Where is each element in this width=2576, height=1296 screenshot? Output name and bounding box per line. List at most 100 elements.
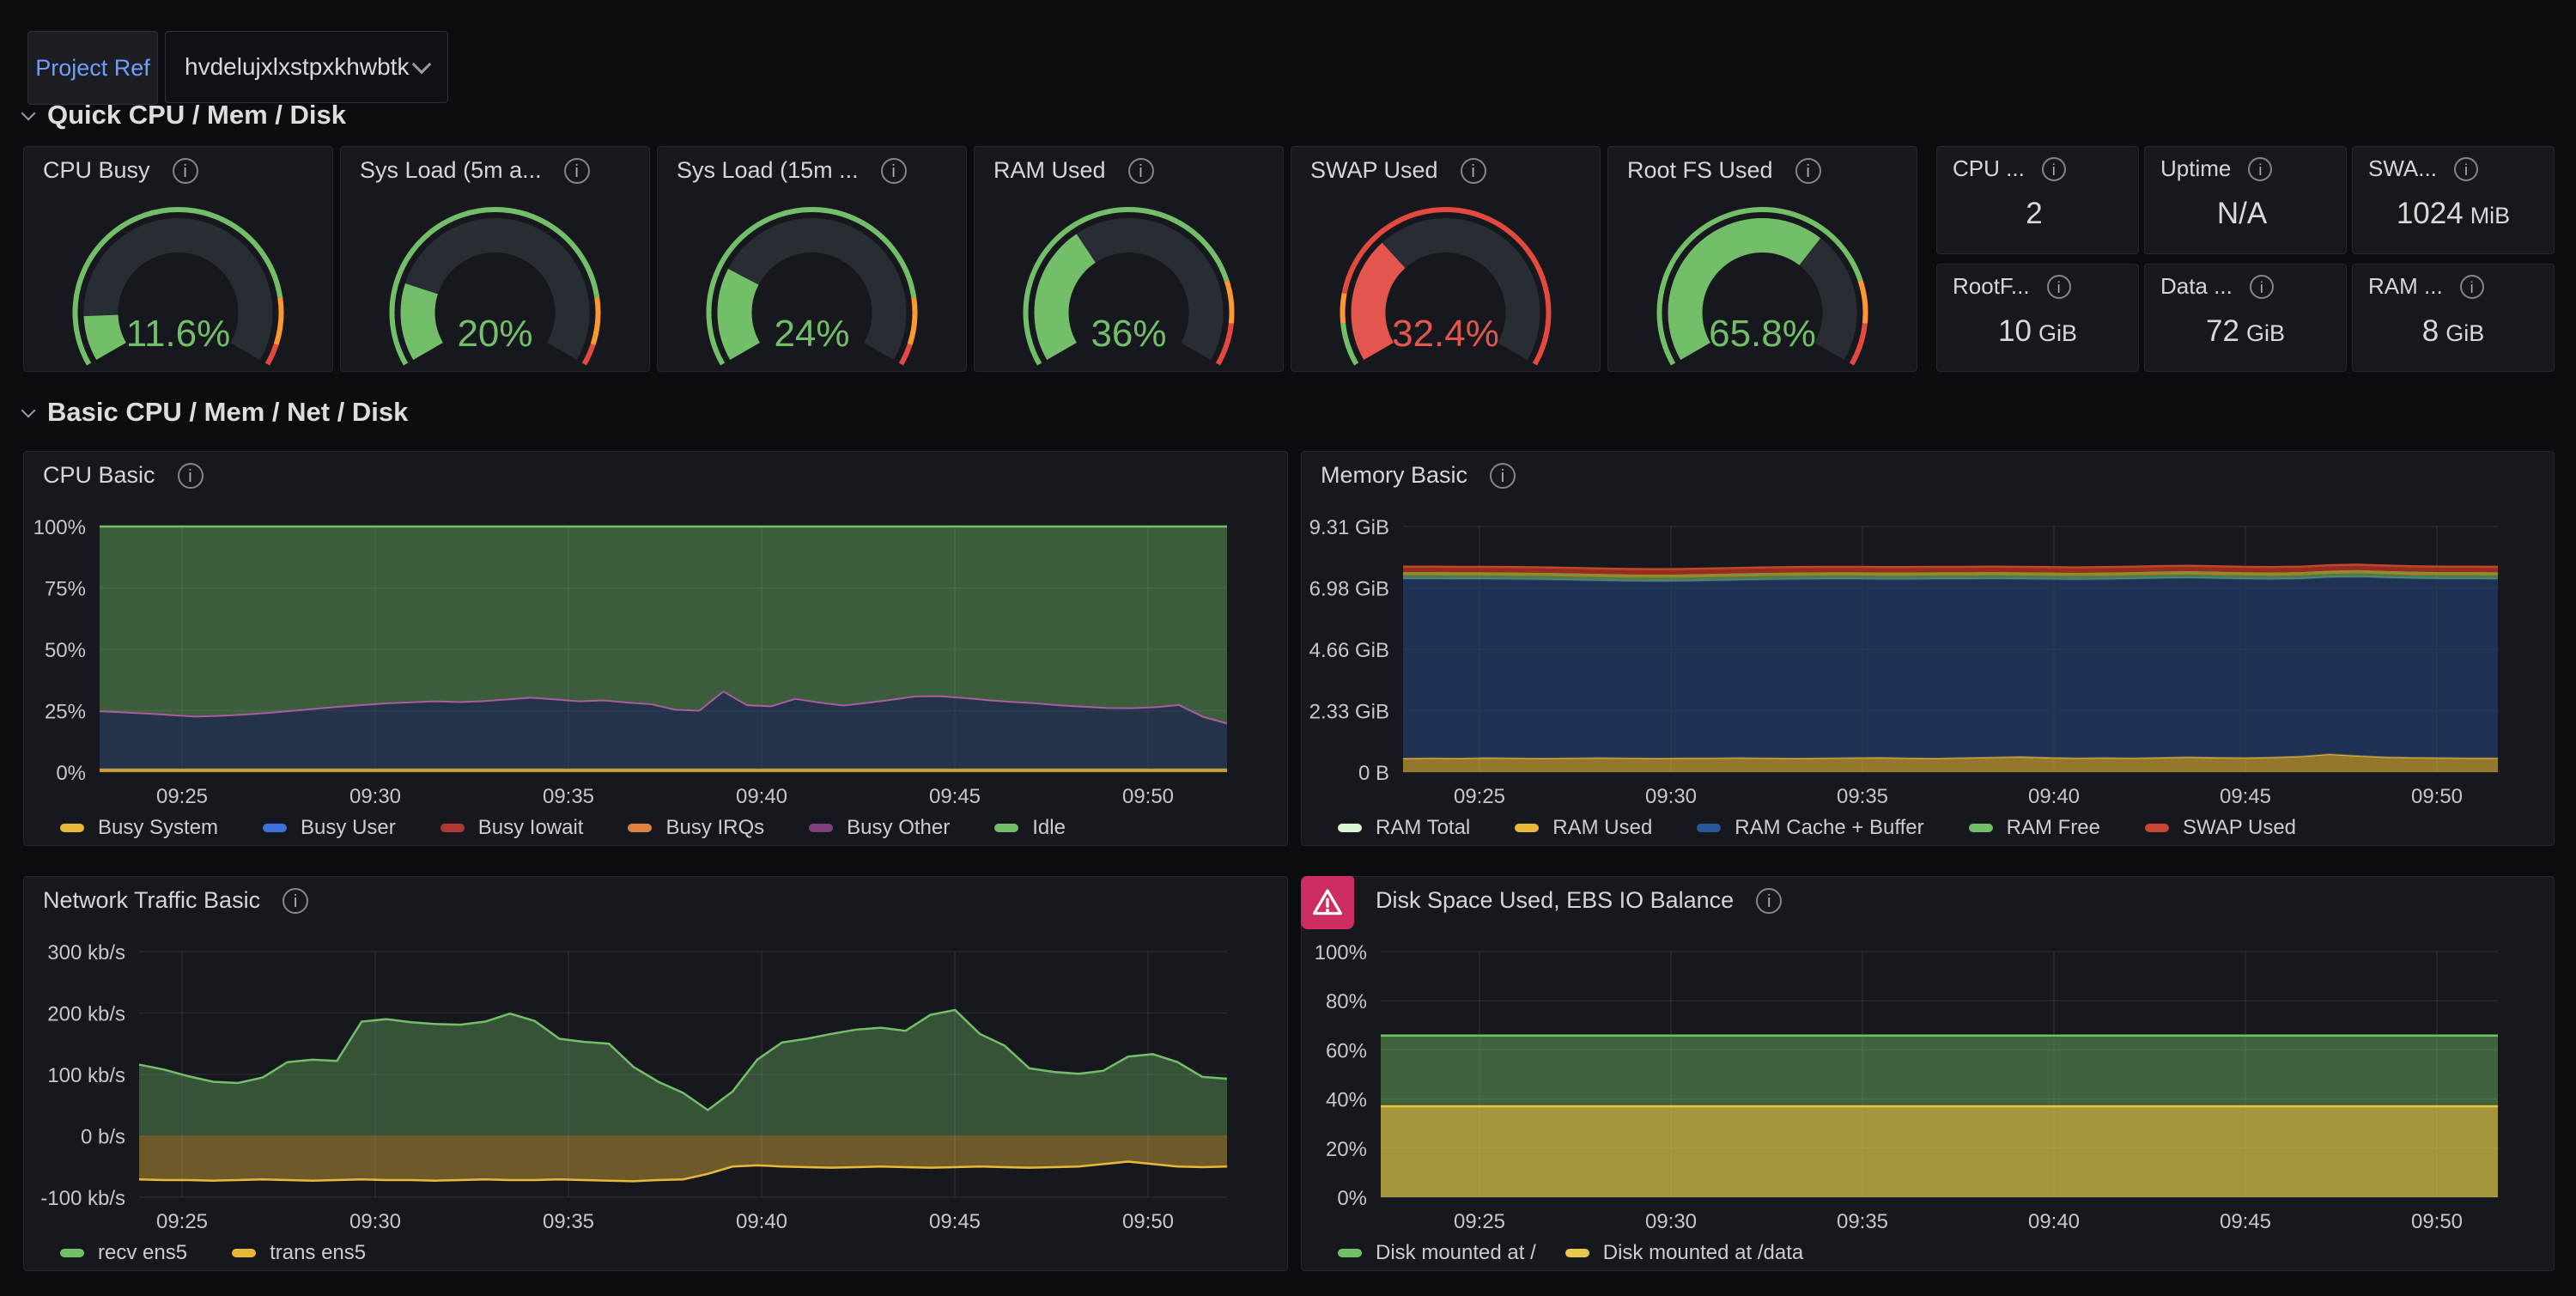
info-icon[interactable] [881, 158, 907, 184]
legend-item[interactable]: RAM Cache + Buffer [1697, 816, 1923, 840]
legend-item[interactable]: RAM Used [1515, 816, 1652, 840]
legend-item[interactable]: Busy IRQs [628, 816, 764, 840]
panel-title[interactable]: Disk Space Used, EBS IO Balance [1376, 887, 1734, 914]
panel-title[interactable]: Sys Load (5m a... [360, 157, 542, 184]
section-basic[interactable]: Basic CPU / Mem / Net / Disk [23, 397, 408, 428]
svg-text:11.6%: 11.6% [126, 313, 231, 355]
info-icon[interactable] [2042, 157, 2066, 181]
legend-label: RAM Cache + Buffer [1735, 816, 1923, 840]
project-ref-button[interactable]: Project Ref [27, 31, 158, 105]
panel-title[interactable]: Root FS Used [1627, 157, 1773, 184]
panel-title[interactable]: RootF... [1953, 273, 2030, 300]
legend-label: Busy Iowait [478, 816, 584, 840]
panel-title[interactable]: Uptime [2160, 155, 2231, 182]
legend-item[interactable]: RAM Free [1969, 816, 2100, 840]
legend-label: Busy User [301, 816, 396, 840]
legend-swatch-icon [1338, 1249, 1362, 1257]
info-icon[interactable] [1795, 158, 1821, 184]
svg-text:09:35: 09:35 [1837, 785, 1888, 808]
panel-title[interactable]: SWA... [2368, 155, 2437, 182]
panel-title[interactable]: Network Traffic Basic [43, 887, 260, 914]
svg-text:80%: 80% [1326, 990, 1367, 1013]
panel-title[interactable]: CPU ... [1953, 155, 2025, 182]
svg-text:09:25: 09:25 [1454, 785, 1505, 808]
svg-text:36%: 36% [1091, 313, 1166, 355]
svg-text:09:35: 09:35 [543, 785, 594, 808]
panel-title[interactable]: Sys Load (15m ... [677, 157, 859, 184]
legend-item[interactable]: SWAP Used [2145, 816, 2296, 840]
panel-rootfs-total: RootF... 10GiB [1936, 264, 2139, 372]
panel-title[interactable]: Memory Basic [1321, 462, 1467, 489]
legend-item[interactable]: Busy Other [809, 816, 950, 840]
legend-item[interactable]: Busy Iowait [440, 816, 584, 840]
legend-label: SWAP Used [2183, 816, 2296, 840]
info-icon[interactable] [2454, 157, 2478, 181]
legend-label: Disk mounted at / [1376, 1241, 1536, 1265]
area-chart[interactable]: 09:2509:3009:3509:4009:4509:50300 kb/s20… [24, 877, 1287, 1270]
area-chart[interactable]: 09:2509:3009:3509:4009:4509:509.31 GiB6.… [1302, 452, 2554, 845]
svg-text:09:35: 09:35 [543, 1210, 594, 1233]
info-icon[interactable] [283, 888, 308, 914]
svg-text:09:30: 09:30 [1645, 1210, 1697, 1233]
legend-item[interactable]: Disk mounted at /data [1565, 1241, 1803, 1265]
svg-text:09:25: 09:25 [156, 1210, 208, 1233]
svg-text:09:30: 09:30 [349, 785, 401, 808]
panel-title[interactable]: SWAP Used [1310, 157, 1438, 184]
info-icon[interactable] [2460, 275, 2484, 299]
panel-root-fs-used: Root FS Used 65.8% [1607, 146, 1917, 372]
instance-dropdown[interactable]: hvdelujxlxstpxkhwbtk [165, 31, 448, 103]
panel-title[interactable]: Data ... [2160, 273, 2233, 300]
warning-triangle-icon [1309, 884, 1346, 922]
info-icon[interactable] [564, 158, 590, 184]
legend-item[interactable]: Idle [994, 816, 1066, 840]
info-icon[interactable] [1756, 888, 1782, 914]
panel-swap-total: SWA... 1024MiB [2352, 146, 2555, 254]
legend-item[interactable]: Disk mounted at / [1338, 1241, 1536, 1265]
area-chart[interactable]: 09:2509:3009:3509:4009:4509:50100%75%50%… [24, 452, 1287, 845]
section-quick[interactable]: Quick CPU / Mem / Disk [23, 100, 346, 131]
svg-text:0 b/s: 0 b/s [81, 1126, 125, 1149]
stat-value: 2 [1937, 197, 2138, 231]
svg-text:09:40: 09:40 [736, 1210, 787, 1233]
panel-disk-space-ebs: Disk Space Used, EBS IO Balance 09:2509:… [1301, 876, 2555, 1271]
svg-text:09:50: 09:50 [2411, 1210, 2463, 1233]
legend-item[interactable]: trans ens5 [232, 1241, 366, 1265]
info-icon[interactable] [1490, 463, 1516, 489]
svg-text:09:40: 09:40 [2028, 1210, 2080, 1233]
legend-swatch-icon [1969, 824, 1993, 832]
collapse-chevron-icon [21, 106, 36, 121]
legend-item[interactable]: recv ens5 [60, 1241, 187, 1265]
panel-data-disk-total: Data ... 72GiB [2144, 264, 2347, 372]
legend-swatch-icon [440, 824, 465, 832]
legend-item[interactable]: Busy User [263, 816, 396, 840]
panel-ram-total: RAM ... 8GiB [2352, 264, 2555, 372]
svg-text:60%: 60% [1326, 1039, 1367, 1062]
svg-text:4.66 GiB: 4.66 GiB [1309, 639, 1389, 662]
alert-icon[interactable] [1301, 876, 1354, 929]
area-chart[interactable]: 09:2509:3009:3509:4009:4509:50100%80%60%… [1302, 877, 2554, 1270]
svg-text:09:35: 09:35 [1837, 1210, 1888, 1233]
chart-legend: RAM Total RAM Used RAM Cache + Buffer RAM F… [1338, 816, 2296, 840]
panel-title[interactable]: CPU Basic [43, 462, 155, 489]
info-icon[interactable] [2250, 275, 2274, 299]
info-icon[interactable] [2047, 275, 2071, 299]
info-icon[interactable] [1128, 158, 1154, 184]
stat-value: N/A [2145, 197, 2346, 231]
legend-label: RAM Free [2007, 816, 2100, 840]
info-icon[interactable] [2248, 157, 2272, 181]
legend-item[interactable]: RAM Total [1338, 816, 1470, 840]
panel-sys-load-15m: Sys Load (15m ... 24% [657, 146, 967, 372]
panel-title[interactable]: RAM ... [2368, 273, 2443, 300]
info-icon[interactable] [178, 463, 204, 489]
info-icon[interactable] [173, 158, 198, 184]
info-icon[interactable] [1461, 158, 1486, 184]
svg-text:9.31 GiB: 9.31 GiB [1309, 516, 1389, 539]
svg-text:09:30: 09:30 [349, 1210, 401, 1233]
panel-title[interactable]: CPU Busy [43, 157, 150, 184]
legend-swatch-icon [232, 1249, 256, 1257]
stat-value: 8GiB [2353, 314, 2554, 349]
svg-text:09:50: 09:50 [1122, 1210, 1174, 1233]
panel-title[interactable]: RAM Used [993, 157, 1106, 184]
svg-text:0%: 0% [1337, 1187, 1367, 1210]
legend-item[interactable]: Busy System [60, 816, 218, 840]
